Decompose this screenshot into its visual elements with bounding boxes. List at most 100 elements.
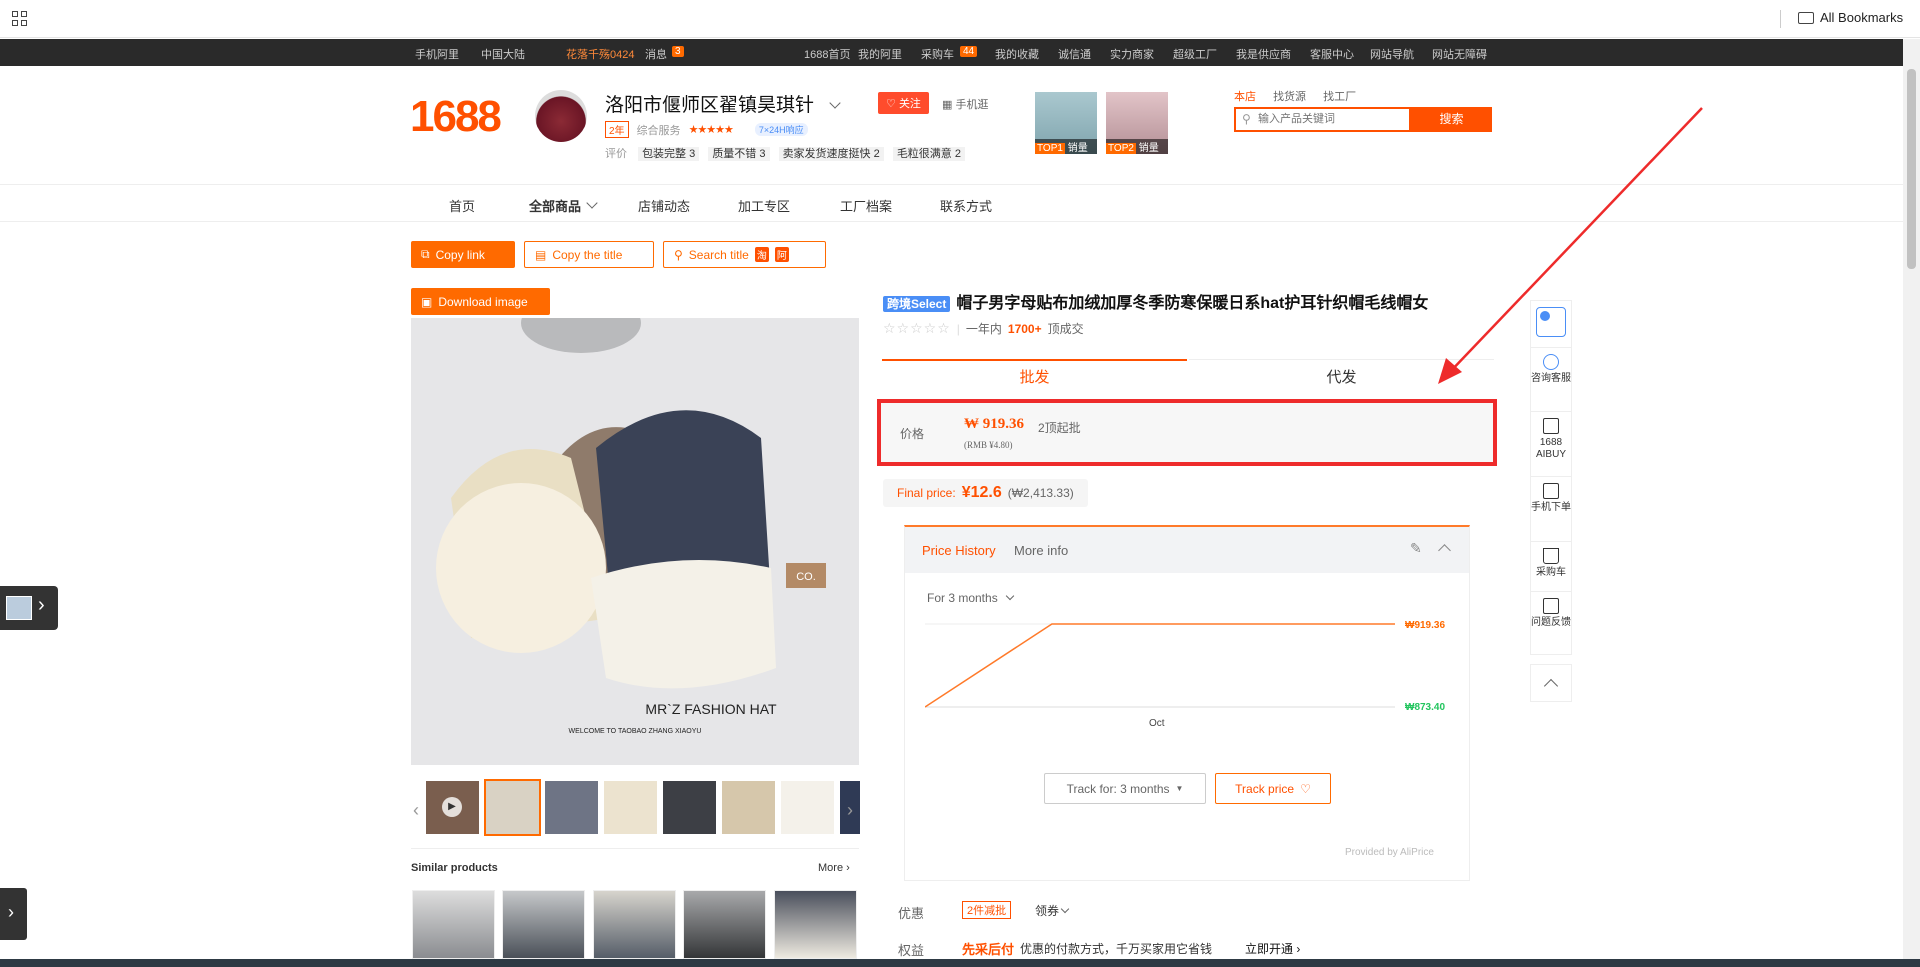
site-logo[interactable]: 1688 [410, 92, 502, 142]
thumbnail[interactable] [781, 781, 834, 834]
range-dropdown[interactable]: For 3 months [927, 591, 1015, 605]
copy-icon: ▤ [535, 247, 547, 262]
rights-name: 先采后付 [962, 942, 1015, 957]
chevron-down-icon [586, 197, 598, 209]
topnav-supplier[interactable]: 我是供应商 [1236, 46, 1291, 62]
sidebar-feedback[interactable]: 问题反馈 [1531, 591, 1571, 629]
topnav-region[interactable]: 中国大陆 [481, 46, 525, 62]
left-collapse-tab[interactable]: › [0, 888, 27, 940]
rights-label: 权益 [898, 943, 925, 958]
shop-name-text: 洛阳市偃师区翟镇昊琪针 [605, 95, 815, 116]
track-price-button[interactable]: Track price ♡ [1215, 773, 1331, 804]
thumbs-next-icon[interactable]: › [847, 800, 853, 821]
top-product-2[interactable]: TOP2 销量 [1106, 92, 1168, 154]
back-to-top-button[interactable] [1530, 664, 1572, 702]
thumbs-prev-icon[interactable]: ‹ [413, 800, 419, 821]
thumbnail[interactable] [722, 781, 775, 834]
topnav-favorites[interactable]: 我的收藏 [995, 46, 1039, 62]
search-field[interactable]: ⚲ ◙ [1234, 107, 1423, 132]
topnav-site-nav[interactable]: 网站导航 [1370, 46, 1414, 62]
similar-more-link[interactable]: More › [818, 862, 850, 874]
tab-more-info[interactable]: More info [1014, 543, 1068, 558]
thumbnail[interactable] [545, 781, 598, 834]
shopnav-processing[interactable]: 加工专区 [738, 196, 790, 215]
similar-product[interactable] [593, 890, 676, 959]
topnav-home[interactable]: 1688首页 [804, 46, 850, 62]
sidebar-label: 手机下单 [1531, 502, 1571, 513]
page-scrollbar[interactable] [1903, 39, 1920, 967]
shopnav-all-products[interactable]: 全部商品 [529, 196, 581, 215]
coupon-dropdown[interactable]: 领券 [1035, 902, 1070, 919]
translate-button[interactable] [1531, 307, 1571, 337]
top-product-label: TOP1 销量 [1035, 139, 1097, 154]
shopnav-home[interactable]: 首页 [449, 196, 475, 215]
open-now-link[interactable]: 立即开通 › [1245, 940, 1300, 957]
follow-button[interactable]: ♡ 关注 [878, 92, 929, 114]
download-image-button[interactable]: ▣ Download image [411, 288, 550, 315]
similar-product[interactable] [502, 890, 585, 959]
tab-price-history[interactable]: Price History [922, 543, 996, 558]
sidebar-cart[interactable]: 采购车 [1531, 541, 1571, 579]
thumbnail[interactable] [604, 781, 657, 834]
edit-icon[interactable]: ✎ [1410, 540, 1422, 557]
topnav-mobile-ali[interactable]: 手机阿里 [415, 46, 459, 62]
track-period-select[interactable]: Track for: 3 months ▼ [1044, 773, 1206, 804]
search-scope-tabs: 本店 找货源 找工厂 [1234, 88, 1370, 104]
search-input[interactable] [1258, 109, 1398, 129]
search-tab-factories[interactable]: 找工厂 [1323, 91, 1356, 103]
chevron-down-icon[interactable] [829, 97, 841, 109]
topnav-cart[interactable]: 采购车 [921, 46, 954, 62]
shop-name[interactable]: 洛阳市偃师区翟镇昊琪针 [605, 90, 841, 117]
shopnav-factory-profile[interactable]: 工厂档案 [840, 196, 892, 215]
taobao-icon: 淘 [754, 247, 769, 262]
top-product-label: TOP2 销量 [1106, 139, 1168, 154]
heart-icon: ♡ [886, 98, 896, 110]
shop-avatar[interactable] [535, 90, 587, 142]
topnav-username[interactable]: 花落千殇0424 [566, 46, 634, 62]
topnav-my-ali[interactable]: 我的阿里 [858, 46, 902, 62]
coupon-label: 领券 [1035, 904, 1060, 918]
topnav-customer-service[interactable]: 客服中心 [1310, 46, 1354, 62]
x-axis-tick: Oct [1149, 718, 1165, 729]
thumbnail[interactable] [663, 781, 716, 834]
product-main-image[interactable]: MR`Z FASHION HAT WELCOME TO TAOBAO ZHANG… [411, 318, 859, 765]
chevron-right-icon: › [38, 594, 45, 616]
price-rmb: (RMB ¥4.80) [964, 440, 1013, 450]
similar-product[interactable] [412, 890, 495, 959]
chevron-down-icon [1005, 591, 1015, 601]
copy-link-button[interactable]: ⧉ Copy link [411, 241, 515, 268]
left-floating-panel[interactable]: › [0, 586, 58, 630]
search-tab-this-shop[interactable]: 本店 [1234, 91, 1256, 103]
divider: | [956, 321, 960, 336]
bookmarks-divider [1780, 10, 1781, 28]
similar-product[interactable] [774, 890, 857, 959]
topnav-accessibility[interactable]: 网站无障碍 [1432, 46, 1487, 62]
top-product-1[interactable]: TOP1 销量 [1035, 92, 1097, 154]
all-bookmarks-button[interactable]: All Bookmarks [1798, 10, 1903, 25]
sidebar-mobile-order[interactable]: 手机下单 [1531, 476, 1571, 514]
topnav-strong-merchants[interactable]: 实力商家 [1110, 46, 1154, 62]
shopnav-updates[interactable]: 店铺动态 [638, 196, 690, 215]
topnav-chengxintong[interactable]: 诚信通 [1058, 46, 1091, 62]
apps-grid-icon[interactable] [12, 11, 28, 27]
chevron-up-icon[interactable] [1438, 544, 1451, 557]
tab-wholesale[interactable]: 批发 [882, 359, 1187, 395]
all-bookmarks-label: All Bookmarks [1820, 10, 1904, 25]
thumbnail-video[interactable]: ▶ [426, 781, 479, 834]
copy-title-button[interactable]: ▤ Copy the title [524, 241, 654, 268]
similar-product[interactable] [683, 890, 766, 959]
thumbnail[interactable] [484, 779, 541, 836]
sidebar-consult[interactable]: 咨询客服 [1531, 347, 1571, 385]
sidebar-aibuy[interactable]: 1688 AIBUY [1531, 411, 1571, 461]
years-tag: 2年 [605, 121, 629, 138]
topnav-messages[interactable]: 消息 [645, 46, 667, 62]
search-tab-sources[interactable]: 找货源 [1273, 91, 1306, 103]
mobile-browse-link[interactable]: ▦ 手机逛 [942, 96, 988, 112]
final-price-label: Final price: [897, 486, 956, 500]
topnav-super-factory[interactable]: 超级工厂 [1173, 46, 1217, 62]
review-tag: 包装完整 3 [638, 147, 700, 161]
scrollbar-thumb[interactable] [1907, 69, 1916, 269]
shopnav-contact[interactable]: 联系方式 [940, 196, 992, 215]
more-label: More [818, 862, 844, 874]
search-title-button[interactable]: ⚲ Search title 淘 阿 [663, 241, 826, 268]
